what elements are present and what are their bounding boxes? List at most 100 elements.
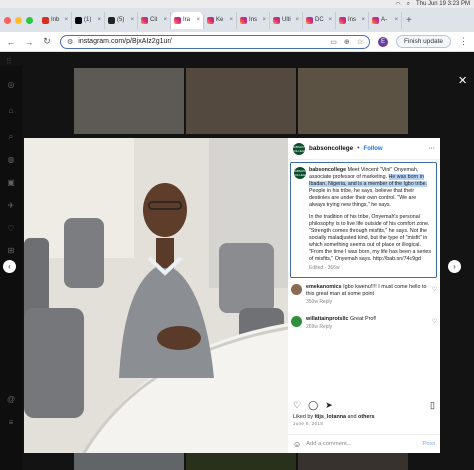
tab-label: (5) [117, 17, 125, 23]
comment-meta[interactable]: 350w Reply [306, 299, 428, 306]
tab-list: Inb × (1) × (5) × Cit × Ira × Ke × Ins × Ulti × DC × Ins × A… [39, 11, 402, 29]
site-settings-icon[interactable]: ⚙ [67, 38, 73, 46]
more-options-icon[interactable]: ··· [428, 145, 435, 152]
browser-tab[interactable]: Cit × [138, 11, 171, 29]
tab-favicon-icon [108, 16, 115, 24]
close-tab-icon[interactable]: × [97, 17, 101, 23]
caption-text: babsoncollege Meet Vincent "Vini" Onyema… [309, 167, 432, 263]
liked-by: Liked by itijs_lotanna and others [293, 414, 375, 420]
commenter-avatar[interactable] [291, 316, 302, 327]
post-actions: ♡ ◯ ➤ ▯ [293, 400, 435, 411]
tab-favicon-icon [339, 16, 346, 24]
like-comment-icon[interactable]: ♡ [432, 318, 437, 331]
caption-meta: Edited · 366w [309, 264, 340, 271]
tab-favicon-icon [273, 16, 280, 24]
close-tab-icon[interactable]: × [64, 17, 68, 23]
caption-username[interactable]: babsoncollege [309, 167, 346, 173]
close-tab-icon[interactable]: × [229, 17, 233, 23]
tab-favicon-icon [207, 16, 214, 24]
comment-meta[interactable]: 269w Reply [306, 324, 428, 331]
close-tab-icon[interactable]: × [361, 17, 365, 23]
tab-label: Ira [183, 17, 191, 23]
save-icon[interactable]: ▯ [430, 400, 435, 411]
comment-icon[interactable]: ◯ [308, 400, 318, 411]
close-tab-icon[interactable]: × [130, 17, 134, 23]
add-comment-input[interactable]: Add a comment... [306, 441, 351, 447]
browser-tab[interactable]: Ira × [171, 11, 204, 29]
liked-by-prefix: Liked by [293, 414, 315, 420]
close-tab-icon[interactable]: × [196, 17, 200, 23]
post-header: BABSON COLLEGE babsoncollege • Follow ··… [288, 138, 440, 160]
address-bar[interactable]: ⚙ instagram.com/p/BjxAIz2g1ur/ ▭ ⊕ ☆ [60, 34, 370, 49]
browser-tab[interactable]: Inb × [39, 11, 72, 29]
browser-tab[interactable]: Ins × [237, 11, 270, 29]
author-username[interactable]: babsoncollege [309, 145, 353, 152]
browser-tab[interactable]: A- × [369, 11, 402, 29]
tab-favicon-icon [75, 16, 82, 24]
tab-label: DC [315, 17, 324, 23]
post-date[interactable]: June 6, 2018 [293, 422, 323, 427]
like-icon[interactable]: ♡ [293, 400, 301, 411]
close-icon[interactable]: ✕ [458, 74, 467, 87]
liked-by-others[interactable]: others [358, 414, 374, 420]
comment-username[interactable]: emekanomics [306, 284, 342, 290]
post-comment-button[interactable]: Post [422, 441, 435, 447]
tab-favicon-icon [372, 16, 379, 24]
like-comment-icon[interactable]: ♡ [432, 286, 437, 306]
close-tab-icon[interactable]: × [163, 17, 167, 23]
install-app-icon[interactable]: ▭ [330, 38, 337, 46]
back-icon[interactable]: ← [6, 37, 16, 47]
tab-label: A- [381, 17, 387, 23]
post-photo[interactable] [24, 138, 288, 453]
browser-tab[interactable]: (5) × [105, 11, 138, 29]
share-icon[interactable]: ➤ [325, 400, 333, 411]
control-center-icon[interactable]: ⌕ [407, 1, 410, 8]
liked-by-user[interactable]: itijs_lotanna [315, 414, 346, 420]
close-tab-icon[interactable]: × [328, 17, 332, 23]
instagram-page: ⠿ ◎ ⌂ ⌕ ◍ ▣ ✈ ♡ ⊞ @ ≡ ✕ ‹ › [0, 52, 474, 470]
browser-tab[interactable]: Ke × [204, 11, 237, 29]
follow-button[interactable]: Follow [364, 146, 383, 152]
minimize-window-button[interactable] [15, 16, 22, 24]
close-tab-icon[interactable]: × [295, 17, 299, 23]
system-menu-bar: ◠ ⌕ Thu Jun 19 3:23 PM [0, 0, 474, 8]
new-tab-button[interactable]: + [406, 15, 412, 26]
zoom-icon[interactable]: ⊕ [344, 38, 350, 46]
wifi-icon[interactable]: ◠ [395, 1, 400, 8]
close-window-button[interactable] [4, 16, 11, 24]
tab-label: Ins [249, 17, 258, 23]
liked-by-mid: and [346, 414, 359, 420]
browser-tab[interactable]: (1) × [72, 11, 105, 29]
previous-post-button[interactable]: ‹ [3, 260, 16, 273]
tab-label: Ke [216, 17, 224, 23]
tab-label: Inb [51, 17, 60, 23]
tab-favicon-icon [141, 16, 148, 24]
profile-avatar[interactable]: E [377, 36, 388, 47]
browser-tab-strip: Inb × (1) × (5) × Cit × Ira × Ke × Ins × Ulti × DC × Ins × A… [0, 8, 474, 32]
forward-icon[interactable]: → [24, 37, 34, 47]
photo-illustration [24, 138, 288, 453]
add-comment-bar: ☺ Add a comment... Post [288, 434, 440, 453]
browser-tab[interactable]: Ins × [336, 11, 369, 29]
tab-label: (1) [84, 17, 92, 23]
zoom-window-button[interactable] [26, 16, 33, 24]
commenter-avatar[interactable] [291, 284, 302, 295]
browser-tab[interactable]: Ulti × [270, 11, 303, 29]
clock-datetime[interactable]: Thu Jun 19 3:23 PM [416, 1, 470, 7]
comment-item: willattainprotsllc Great Prof! 269w Repl… [291, 316, 437, 331]
finish-update-button[interactable]: Finish update [395, 35, 451, 48]
caption-avatar[interactable]: BABSON COLLEGE [293, 167, 307, 179]
close-tab-icon[interactable]: × [394, 17, 398, 23]
reload-icon[interactable]: ↻ [42, 36, 52, 47]
author-avatar[interactable]: BABSON COLLEGE [292, 142, 306, 155]
emoji-icon[interactable]: ☺ [293, 440, 301, 449]
browser-menu-icon[interactable]: ⋮ [459, 36, 468, 47]
comment-username[interactable]: willattainprotsllc [306, 316, 349, 322]
caption-paragraph-2: In the tradition of his tribe, Onyemah's… [309, 214, 431, 262]
tab-label: Ulti [282, 17, 291, 23]
tab-label: Cit [150, 17, 158, 23]
bookmark-star-icon[interactable]: ☆ [357, 38, 363, 46]
next-post-button[interactable]: › [448, 260, 461, 273]
close-tab-icon[interactable]: × [262, 17, 266, 23]
browser-tab[interactable]: DC × [303, 11, 336, 29]
